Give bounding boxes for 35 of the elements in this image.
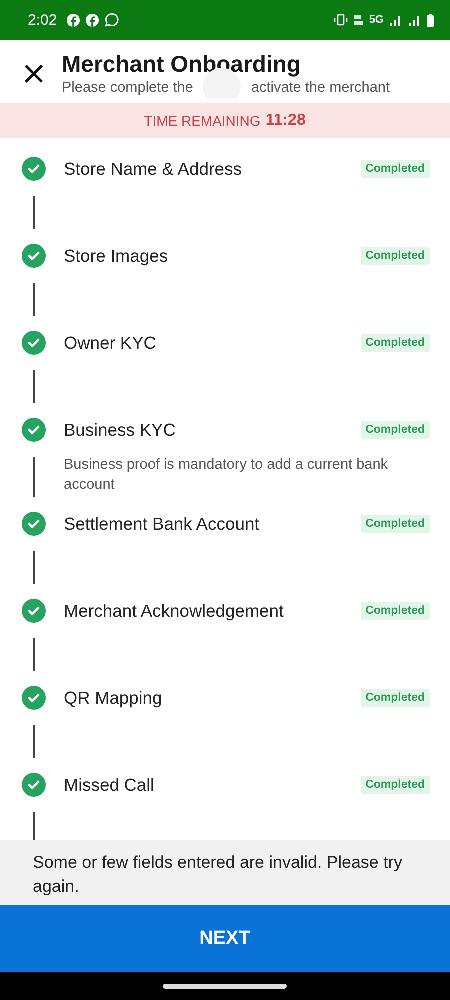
step-title[interactable]: Business KYC	[64, 420, 176, 440]
status-badge: Completed	[360, 421, 430, 439]
step-title[interactable]: Owner KYC	[64, 332, 156, 354]
subtitle: Please complete the	[62, 79, 194, 98]
status-badge: Completed	[360, 602, 430, 620]
page-title: Merchant Onboarding	[62, 50, 302, 78]
signal-icon	[408, 14, 422, 26]
network-label: 5G	[369, 14, 384, 26]
timer-value: 11:28	[266, 112, 306, 130]
next-button[interactable]: NEXT	[0, 905, 450, 972]
step-title[interactable]: QR Mapping	[64, 688, 162, 708]
step-title[interactable]: Store Name & Address	[64, 158, 242, 180]
status-badge: Completed	[360, 160, 430, 178]
signal-icon	[389, 14, 403, 26]
status-badge: Completed	[360, 247, 430, 265]
facebook-icon	[86, 14, 100, 26]
step-note: Business proof is mandatory to add a current bank account	[64, 456, 390, 495]
facebook-icon	[67, 14, 80, 26]
step-title[interactable]: Settlement Bank Account	[64, 514, 260, 534]
subtitle: activate the merchant	[251, 79, 390, 98]
step-title[interactable]: Merchant Acknowledgement	[64, 600, 284, 622]
status-time: 2:02	[28, 12, 58, 28]
step-title[interactable]: Store Images	[64, 246, 168, 266]
close-button[interactable]: ×	[19, 57, 49, 89]
status-badge: Completed	[360, 776, 430, 794]
step-title[interactable]: Missed Call	[64, 774, 154, 796]
status-badge: Completed	[360, 334, 430, 352]
home-indicator[interactable]	[163, 984, 287, 988]
chat-icon	[105, 13, 120, 27]
vibrate-icon	[334, 14, 348, 26]
status-badge: Completed	[360, 689, 430, 707]
battery-icon	[427, 14, 434, 26]
timer-label: TIME REMAINING	[144, 112, 261, 128]
status-badge: Completed	[360, 515, 430, 533]
error-message: Some or few fields entered are invalid. Please try again.	[0, 840, 450, 905]
